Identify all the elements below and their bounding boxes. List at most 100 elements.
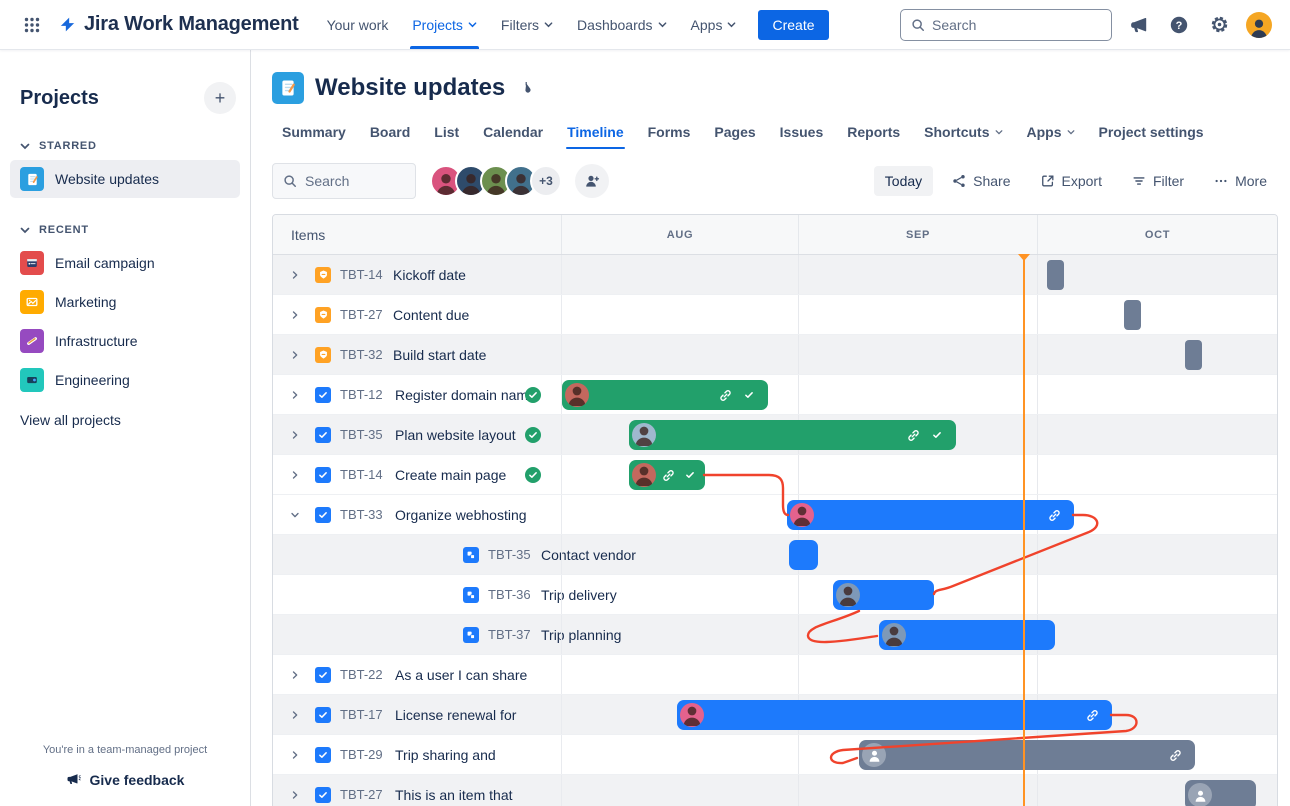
edit-title-icon[interactable] [518,80,534,96]
issue-summary[interactable]: This is an item that [395,787,513,803]
row-items-cell[interactable]: TBT-36Trip delivery [273,575,617,614]
tab-project-settings[interactable]: Project settings [1089,118,1214,146]
expand-chevron-icon[interactable] [285,305,305,325]
global-search[interactable] [900,8,1112,41]
app-switcher-icon[interactable] [16,9,48,41]
issue-summary[interactable]: Kickoff date [393,267,466,283]
row-items-cell[interactable]: TBT-37Trip planning [273,615,621,654]
timeline-search-input[interactable] [305,173,395,189]
jira-logo[interactable]: Jira Work Management [52,13,313,36]
nav-projects[interactable]: Projects [402,3,487,49]
create-button[interactable]: Create [758,9,829,40]
expand-chevron-icon[interactable] [285,425,305,445]
row-items-cell[interactable]: TBT-35Contact vendor [273,535,636,574]
expand-chevron-icon[interactable] [285,265,305,285]
issue-summary[interactable]: Register domain name [395,387,536,403]
row-items-cell[interactable]: TBT-17 License renewal for [273,695,561,734]
row-chart-cell[interactable] [561,255,1277,294]
issue-summary[interactable]: Organize webhosting [395,507,527,523]
row-chart-cell[interactable] [561,575,1277,614]
issue-summary[interactable]: Create main page [395,467,506,483]
row-items-cell[interactable]: TBT-27 Content due [273,295,561,334]
gantt-bar[interactable] [629,420,956,450]
tab-board[interactable]: Board [360,118,420,146]
milestone-bar[interactable] [1047,260,1064,290]
share-button[interactable]: Share [941,166,1021,196]
row-items-cell[interactable]: TBT-14 Create main page [273,455,561,494]
add-project-button[interactable]: + [204,82,236,114]
expand-chevron-icon[interactable] [285,465,305,485]
gantt-bar[interactable] [789,540,818,570]
row-items-cell[interactable]: TBT-27 This is an item that [273,775,561,806]
row-items-cell[interactable]: TBT-32 Build start date [273,335,561,374]
sidebar-item-engineering[interactable]: Engineering [10,361,240,399]
more-button[interactable]: More [1203,166,1278,196]
row-chart-cell[interactable] [561,415,1277,454]
starred-section-toggle[interactable]: STARRED [0,140,250,152]
nav-apps[interactable]: Apps [681,3,747,47]
expand-chevron-icon[interactable] [285,385,305,405]
gantt-bar[interactable] [629,460,705,490]
give-feedback-button[interactable]: Give feedback [66,772,184,788]
gantt-bar[interactable] [562,380,768,410]
tab-apps[interactable]: Apps [1017,118,1085,146]
issue-summary[interactable]: Plan website layout [395,427,516,443]
issue-summary[interactable]: Build start date [393,347,486,363]
tab-list[interactable]: List [424,118,469,146]
gantt-bar[interactable] [833,580,934,610]
row-items-cell[interactable]: TBT-29 Trip sharing and [273,735,561,774]
issue-summary[interactable]: As a user I can share [395,667,527,683]
timeline-search[interactable] [272,163,416,199]
gantt-bar[interactable] [879,620,1055,650]
filter-button[interactable]: Filter [1121,166,1195,196]
expand-chevron-icon[interactable] [285,345,305,365]
gantt-bar[interactable] [787,500,1074,530]
row-chart-cell[interactable] [561,735,1277,774]
help-icon[interactable]: ? [1166,12,1192,38]
row-chart-cell[interactable] [561,775,1277,806]
add-people-button[interactable] [575,164,609,198]
expand-chevron-icon[interactable] [285,745,305,765]
issue-summary[interactable]: License renewal for [395,707,516,723]
nav-your-work[interactable]: Your work [317,3,399,47]
nav-dashboards[interactable]: Dashboards [567,3,677,47]
collapse-chevron-icon[interactable] [285,505,305,525]
sidebar-item-email-campaign[interactable]: Email campaign [10,244,240,282]
row-items-cell[interactable]: TBT-14 Kickoff date [273,255,561,294]
row-items-cell[interactable]: TBT-33 Organize webhosting [273,495,561,534]
row-items-cell[interactable]: TBT-22 As a user I can share [273,655,561,694]
tab-calendar[interactable]: Calendar [473,118,553,146]
view-all-projects-link[interactable]: View all projects [0,400,250,440]
row-chart-cell[interactable] [561,615,1277,654]
expand-chevron-icon[interactable] [285,665,305,685]
row-chart-cell[interactable] [561,535,1277,574]
row-items-cell[interactable]: TBT-35 Plan website layout [273,415,561,454]
gantt-bar[interactable] [859,740,1195,770]
recent-section-toggle[interactable]: RECENT [0,224,250,236]
tab-timeline[interactable]: Timeline [557,118,634,149]
avatar-overflow-badge[interactable]: +3 [530,165,562,197]
user-avatar[interactable] [1246,11,1272,38]
today-button[interactable]: Today [873,166,934,196]
row-items-cell[interactable]: TBT-12 Register domain name [273,375,561,414]
tab-summary[interactable]: Summary [272,118,356,146]
gantt-bar[interactable] [1185,780,1256,806]
tab-pages[interactable]: Pages [704,118,765,146]
tab-forms[interactable]: Forms [638,118,701,146]
milestone-bar[interactable] [1124,300,1141,330]
row-chart-cell[interactable] [561,655,1277,694]
sidebar-item-infrastructure[interactable]: Infrastructure [10,322,240,360]
nav-filters[interactable]: Filters [491,3,563,47]
row-chart-cell[interactable] [561,295,1277,334]
global-search-input[interactable] [932,16,1082,33]
row-chart-cell[interactable] [561,695,1277,734]
row-chart-cell[interactable] [561,455,1277,494]
milestone-bar[interactable] [1185,340,1202,370]
tab-shortcuts[interactable]: Shortcuts [914,118,1012,146]
row-chart-cell[interactable] [561,495,1277,534]
row-chart-cell[interactable] [561,335,1277,374]
expand-chevron-icon[interactable] [285,705,305,725]
tab-issues[interactable]: Issues [770,118,834,146]
issue-summary[interactable]: Trip sharing and [395,747,496,763]
row-chart-cell[interactable] [561,375,1277,414]
